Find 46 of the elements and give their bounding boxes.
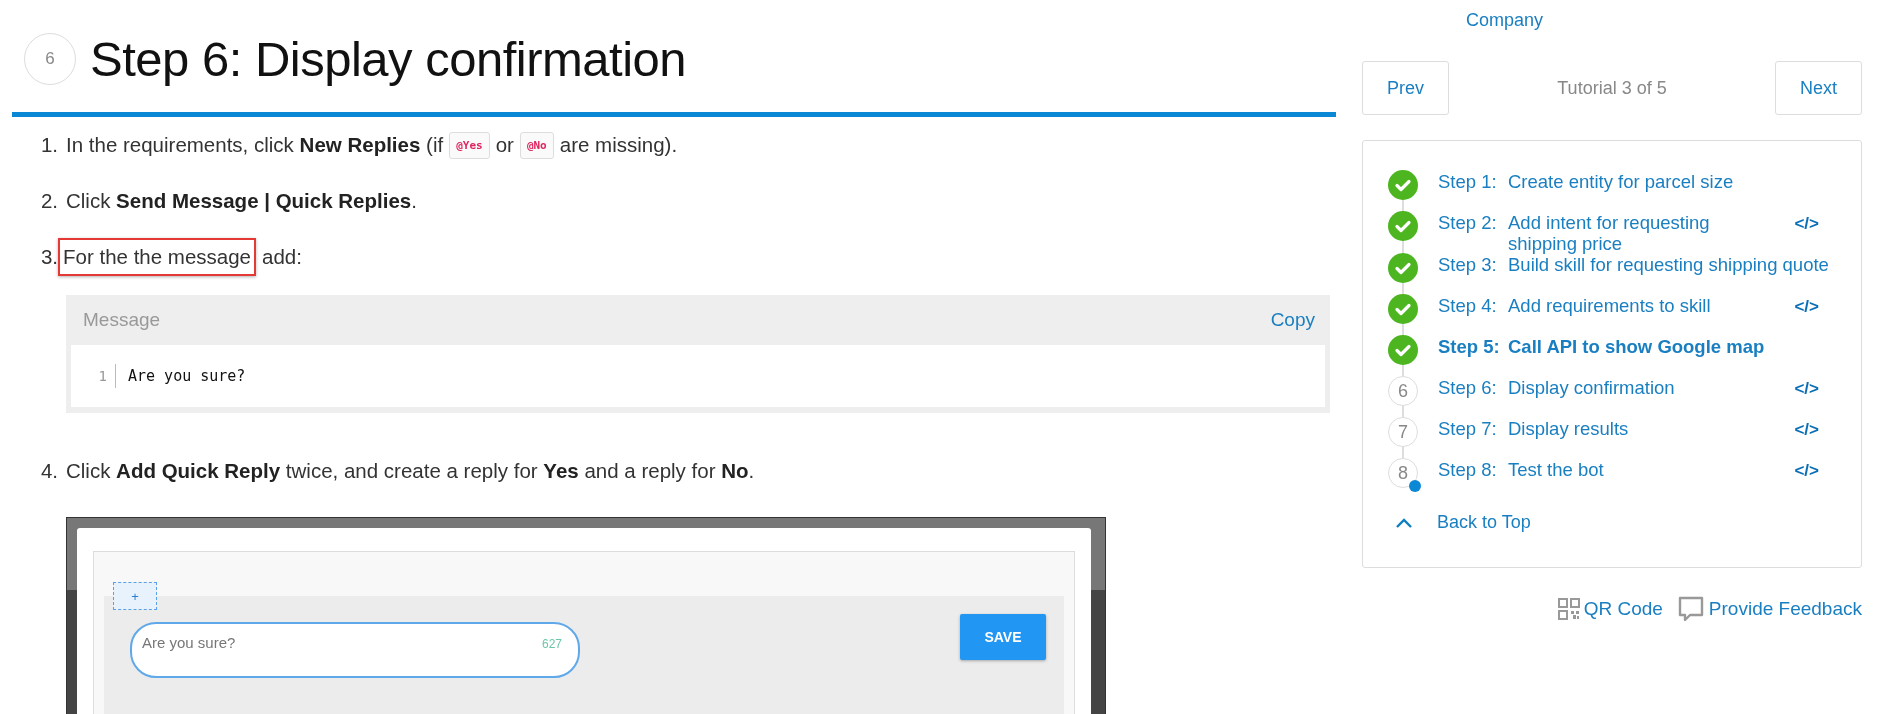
code-icon[interactable]: </> — [1794, 214, 1819, 234]
speech-bubble-icon — [1676, 595, 1705, 623]
tutorial-position: Tutorial 3 of 5 — [1557, 77, 1667, 99]
code-token: @Yes — [449, 131, 490, 159]
step-circle: 7 — [1388, 417, 1418, 447]
instruction-text: are missing). — [559, 133, 678, 157]
code-icon[interactable]: </> — [1794, 420, 1819, 440]
instruction-text: add: — [262, 245, 302, 269]
highlighted-text: For the the message — [58, 238, 256, 276]
step-link[interactable]: Step 5: Call API to show Google map — [1438, 336, 1838, 357]
instruction-text: Click Add Quick Reply twice, and create a reply for Yes and a reply for No. — [66, 459, 755, 483]
code-icon[interactable]: </> — [1794, 461, 1819, 481]
list-number: 2. — [39, 189, 58, 213]
line-number: 1 — [71, 364, 116, 388]
instruction-text: or — [495, 133, 514, 157]
step-link[interactable]: Step 2: Add intent for requesting shipping price — [1438, 212, 1738, 254]
next-button[interactable]: Next — [1774, 61, 1862, 115]
step-link[interactable]: Step 3: Build skill for requesting shipping quote — [1438, 254, 1838, 275]
code-token: @No — [519, 131, 554, 159]
instruction-text: Click Send Message | Quick Replies. — [66, 189, 417, 213]
prev-button[interactable]: Prev — [1362, 61, 1449, 115]
back-to-top-link[interactable]: Back to Top — [1437, 512, 1531, 533]
instruction-text: In the requirements, click New Replies (if — [66, 133, 444, 157]
copy-link[interactable]: Copy — [1270, 309, 1315, 331]
page-title: Step 6: Display confirmation — [90, 31, 687, 87]
code-icon[interactable]: </> — [1794, 379, 1819, 399]
qr-code-link[interactable]: QR Code — [1583, 598, 1663, 620]
chevron-up-icon — [1394, 516, 1414, 529]
feedback-link[interactable]: Provide Feedback — [1708, 598, 1862, 620]
code-line: Are you sure? — [127, 367, 246, 385]
step-link[interactable]: Step 4: Add requirements to skill — [1438, 295, 1738, 316]
step-link[interactable]: Step 8: Test the bot — [1438, 459, 1738, 480]
character-counter: 627 — [541, 637, 562, 653]
list-number: 4. — [39, 459, 58, 483]
step-circle: 6 — [1388, 376, 1418, 406]
reply-text: Are you sure? — [142, 634, 236, 653]
code-icon[interactable]: </> — [1794, 297, 1819, 317]
code-title: Message — [83, 309, 161, 331]
step-link[interactable]: Step 6: Display confirmation — [1438, 377, 1738, 398]
list-number: 3. — [39, 245, 58, 269]
step-circle: 8 — [1388, 458, 1418, 488]
step-link[interactable]: Step 7: Display results — [1438, 418, 1738, 439]
step-link[interactable]: Step 1: Create entity for parcel size — [1438, 171, 1838, 192]
group-link[interactable]: Company — [1362, 10, 1862, 34]
list-number: 1. — [39, 133, 58, 157]
qr-code-icon — [1557, 598, 1580, 620]
